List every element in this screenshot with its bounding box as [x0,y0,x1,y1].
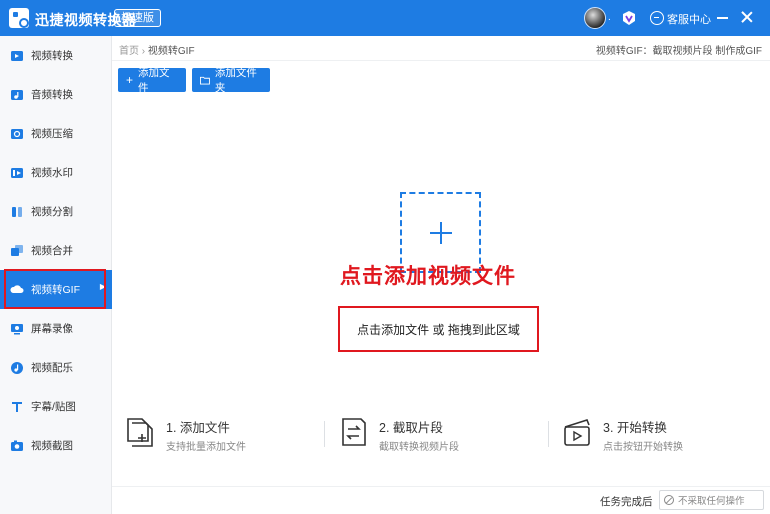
customer-service-link[interactable]: 客服中心 [667,11,711,27]
sidebar-item-audio-convert[interactable]: 音频转换 [0,75,112,114]
video-split-icon [12,206,22,217]
subtitle-sticker-icon [12,401,22,412]
add-file-label: 添加文件 [138,67,170,94]
breadcrumb-separator: › [141,46,146,57]
breadcrumb: 首页 › 视频转GIF [119,42,195,57]
plus-icon: + [126,73,134,87]
customer-service-icon[interactable] [650,11,664,25]
close-button[interactable] [738,8,756,26]
user-avatar[interactable] [584,7,606,29]
step-title: 3. 开始转换 [603,421,667,435]
step-title: 2. 截取片段 [379,421,443,435]
video-merge-icon [11,244,23,256]
user-name: . [608,12,611,23]
vip-icon[interactable] [621,10,637,26]
step-cut-clip: 2. 截取片段 截取转换视频片段 [337,415,537,455]
after-task-option: 不采取任何操作 [678,496,745,507]
after-task-label: 任务完成后 [600,496,653,508]
video-compress-icon [11,128,23,139]
cut-clip-icon [342,418,366,446]
drop-zone-hint[interactable]: 点击添加文件 或 拖拽到此区域 [338,306,539,352]
sidebar-item-label: 视频水印 [31,167,73,179]
sidebar-item-label: 视频截图 [31,440,73,452]
sidebar-item-video-watermark[interactable]: 视频水印 [0,153,112,192]
sidebar-item-label: 音频转换 [31,89,73,101]
video-screenshot-icon [11,440,23,451]
step-description: 支持批量添加文件 [166,442,246,453]
overlay-annotation-title: 点击添加视频文件 [340,265,516,288]
breadcrumb-current: 视频转GIF [147,46,195,57]
sidebar-item-label: 视频压缩 [31,128,73,140]
sidebar-item-video-to-gif[interactable]: 视频转GIF ▶ [0,270,112,309]
bottom-bar: 任务完成后 不采取任何操作 [112,486,770,514]
sidebar-item-video-merge[interactable]: 视频合并 [0,231,112,270]
sidebar-item-video-split[interactable]: 视频分割 [0,192,112,231]
sidebar-item-label: 屏幕录像 [31,323,73,335]
header-divider [112,60,770,61]
add-folder-button[interactable]: 添加文件夹 [192,67,270,94]
ban-icon [664,495,674,505]
step-description: 截取转换视频片段 [379,442,459,453]
sidebar: 视频转换 音频转换 视频压缩 视频水印 视频分割 视频合并 视频转GIF ▶ 屏… [0,36,112,514]
step-divider [324,421,325,447]
chevron-right-icon: ▶ [99,282,106,291]
step-start-convert: 3. 开始转换 点击按钮开始转换 [561,415,761,455]
after-task-select[interactable]: 不采取任何操作 [659,490,764,510]
feature-description: 视频转GIF：截取视频片段 制作成GIF [595,46,762,57]
audio-convert-icon [11,89,23,100]
sidebar-item-label: 视频分割 [31,206,73,218]
step-description: 点击按钮开始转换 [603,442,683,453]
edition-badge: 极速版 [114,9,161,27]
sidebar-item-screen-record[interactable]: 屏幕录像 [0,309,112,348]
video-watermark-icon [11,167,23,178]
start-convert-icon [564,419,590,446]
sidebar-item-video-music[interactable]: 视频配乐 [0,348,112,387]
minimize-button[interactable] [714,8,732,26]
sidebar-item-label: 视频转换 [31,50,73,62]
app-logo-icon [9,8,29,28]
folder-icon [200,76,210,85]
video-to-gif-icon [10,284,24,293]
sidebar-item-label: 视频转GIF [31,284,80,296]
step-divider [548,421,549,447]
step-add-file: 1. 添加文件 支持批量添加文件 [124,415,324,455]
screen-record-icon [11,323,23,334]
sidebar-item-video-screenshot[interactable]: 视频截图 [0,426,112,465]
video-music-icon [11,361,23,374]
sidebar-item-video-convert[interactable]: 视频转换 [0,36,112,75]
sidebar-item-video-compress[interactable]: 视频压缩 [0,114,112,153]
sidebar-item-label: 视频合并 [31,245,73,257]
step-title: 1. 添加文件 [166,421,230,435]
title-bar: 迅捷视频转换器 极速版 . 客服中心 [0,0,770,36]
add-file-button[interactable]: + 添加文件 [118,67,186,94]
breadcrumb-home[interactable]: 首页 [119,46,139,57]
sidebar-item-label: 视频配乐 [31,362,73,374]
sidebar-item-label: 字幕/贴图 [31,401,76,413]
add-file-icon [127,418,153,447]
sidebar-item-subtitle-sticker[interactable]: 字幕/贴图 [0,387,112,426]
video-convert-icon [11,50,23,61]
add-folder-label: 添加文件夹 [214,67,257,94]
